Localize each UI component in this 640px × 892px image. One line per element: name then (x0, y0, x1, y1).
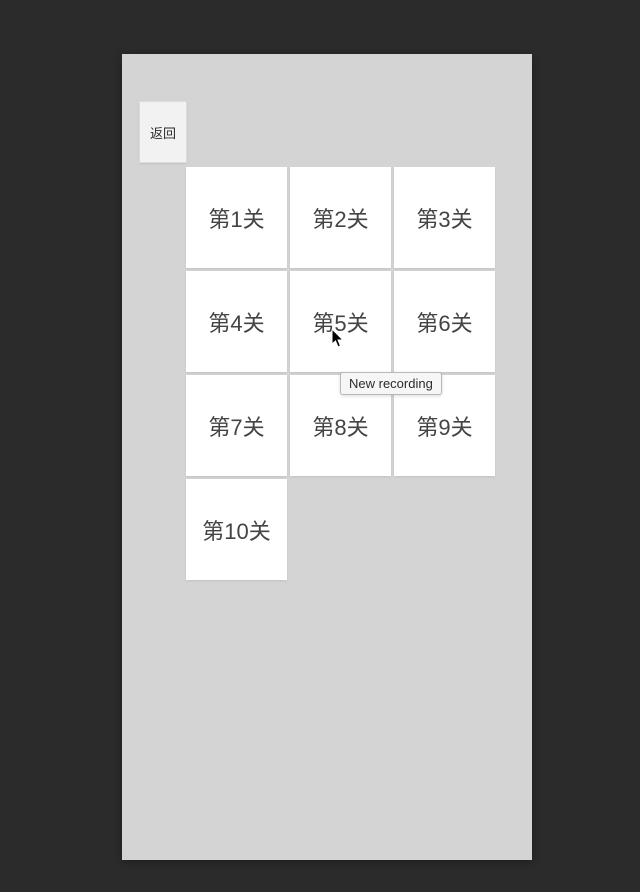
level-label: 第5关 (312, 306, 368, 338)
level-label: 第3关 (416, 202, 472, 234)
level-label: 第8关 (312, 410, 368, 442)
level-label: 第9关 (416, 410, 472, 442)
level-label: 第6关 (416, 306, 472, 338)
level-label: 第2关 (312, 202, 368, 234)
level-button-5[interactable]: 第5关 (290, 271, 391, 372)
level-button-1[interactable]: 第1关 (186, 167, 287, 268)
level-label: 第4关 (208, 306, 264, 338)
level-button-9[interactable]: 第9关 (394, 375, 495, 476)
level-label: 第1关 (208, 202, 264, 234)
level-button-7[interactable]: 第7关 (186, 375, 287, 476)
level-label: 第7关 (208, 410, 264, 442)
level-button-10[interactable]: 第10关 (186, 479, 287, 580)
level-button-8[interactable]: 第8关 (290, 375, 391, 476)
level-button-2[interactable]: 第2关 (290, 167, 391, 268)
back-button-label: 返回 (150, 123, 176, 142)
level-label: 第10关 (202, 514, 270, 546)
level-button-6[interactable]: 第6关 (394, 271, 495, 372)
app-frame: 返回 第1关 第2关 第3关 第4关 第5关 第6关 第7关 第8关 第9关 (122, 54, 532, 860)
level-grid: 第1关 第2关 第3关 第4关 第5关 第6关 第7关 第8关 第9关 第10关 (186, 167, 495, 580)
level-button-3[interactable]: 第3关 (394, 167, 495, 268)
back-button[interactable]: 返回 (139, 101, 187, 163)
level-button-4[interactable]: 第4关 (186, 271, 287, 372)
